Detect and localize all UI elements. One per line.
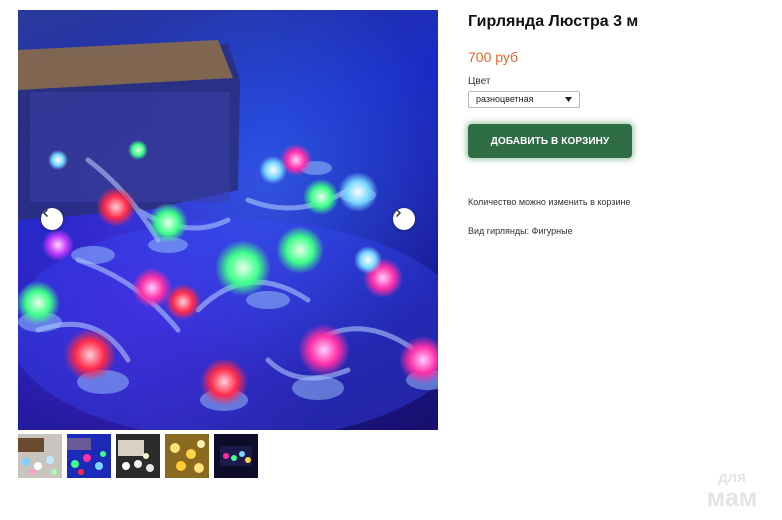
product-title: Гирлянда Люстра 3 м [468,13,639,30]
color-label: Цвет [468,76,491,87]
thumbnail-5[interactable] [214,434,258,478]
quantity-note: Количество можно изменить в корзине [468,197,631,207]
product-price: 700 руб [468,49,519,65]
add-to-cart-button[interactable]: ДОБАВИТЬ В КОРЗИНУ [468,124,632,158]
thumbnail-4[interactable] [165,434,209,478]
thumbnail-2[interactable] [67,434,111,478]
color-select-value: разноцветная [476,94,534,104]
garland-photo-illustration [18,40,438,430]
chevron-left-icon [42,208,49,218]
main-product-photo[interactable] [18,10,438,430]
gallery-prev-button[interactable] [41,208,63,230]
watermark-logo: для мам [707,469,758,510]
thumbnail-3[interactable] [116,434,160,478]
svg-text:мам: мам [707,484,758,510]
chevron-right-icon [395,208,402,218]
thumbnail-1[interactable] [18,434,62,478]
garland-type-attribute: Вид гирлянды: Фигурные [468,226,573,236]
caret-down-icon [565,97,572,102]
gallery-next-button[interactable] [393,208,415,230]
product-gallery [18,10,438,430]
color-select[interactable]: разноцветная [468,91,580,108]
